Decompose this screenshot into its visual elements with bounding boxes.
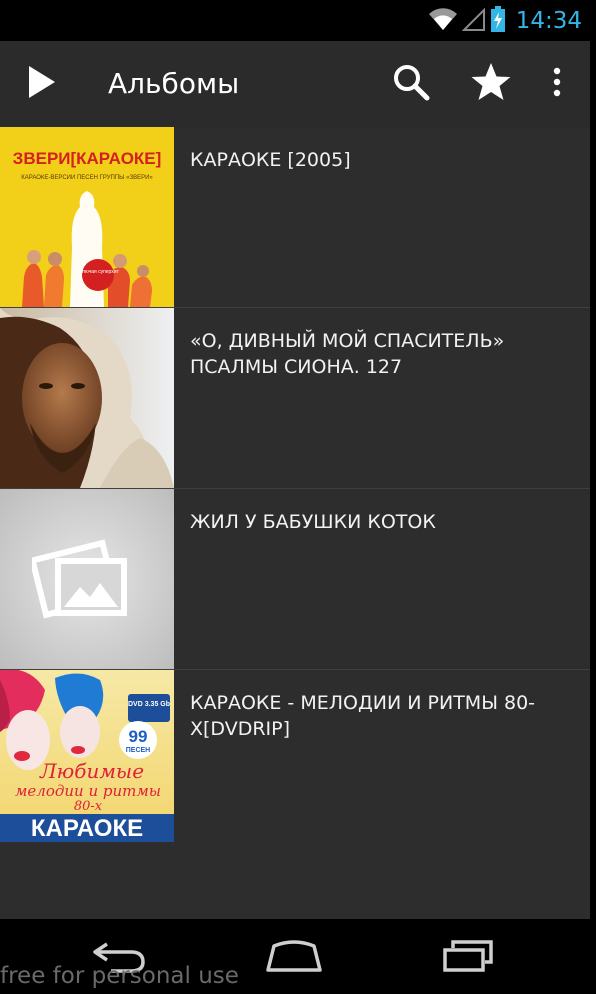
album-list[interactable]: ЗВЕРИ[КАРАОКЕ] КАРАОКЕ-ВЕРСИИ ПЕСЕН ГРУП…	[0, 127, 590, 919]
album-title: КАРАОКЕ - МЕЛОДИИ И РИТМЫ 80-Х[DVDRIP]	[190, 692, 536, 740]
play-button[interactable]	[26, 63, 58, 105]
cover-line1: Любимые	[39, 759, 144, 783]
album-cover	[0, 489, 174, 669]
home-icon	[264, 938, 324, 978]
cover-heading: ЗВЕРИ[КАРАОКЕ]	[13, 149, 162, 168]
album-title: ЖИЛ У БАБУШКИ КОТОК	[190, 511, 436, 533]
battery-charging-icon	[490, 6, 506, 36]
overflow-menu-icon	[552, 66, 562, 102]
star-icon	[470, 61, 512, 107]
cover-sticker: включая суперхит	[77, 269, 119, 275]
search-icon	[391, 62, 431, 106]
status-time: 14:34	[515, 8, 582, 34]
home-button[interactable]	[254, 933, 334, 983]
cover-line2: мелодии и ритмы	[15, 782, 161, 800]
recent-apps-button[interactable]	[428, 933, 508, 983]
cover-songs-word: ПЕСЕН	[126, 747, 150, 754]
album-item[interactable]: DVD 3.35 Gb 99 ПЕСЕН Любимые мелодии и р…	[0, 670, 590, 850]
overflow-menu-button[interactable]	[534, 61, 580, 107]
wifi-icon	[428, 7, 458, 35]
play-icon	[27, 64, 57, 104]
status-icons: 14:34	[428, 6, 582, 36]
album-item[interactable]: «О, ДИВНЫЙ МОЙ СПАСИТЕЛЬ» ПСАЛМЫ СИОНА. …	[0, 308, 590, 489]
search-button[interactable]	[388, 61, 434, 107]
album-item[interactable]: ЖИЛ У БАБУШКИ КОТОК	[0, 489, 590, 670]
signal-icon	[461, 7, 486, 35]
cover-subheading: КАРАОКЕ-ВЕРСИИ ПЕСЕН ГРУППЫ «ЗВЕРИ»	[21, 175, 153, 181]
action-bar: Альбомы	[0, 41, 596, 127]
cover-badge: DVD 3.35 Gb	[128, 701, 170, 708]
cover-line3: 80-х	[74, 799, 103, 814]
album-title: «О, ДИВНЫЙ МОЙ СПАСИТЕЛЬ» ПСАЛМЫ СИОНА. …	[190, 330, 505, 378]
album-cover: ЗВЕРИ[КАРАОКЕ] КАРАОКЕ-ВЕРСИИ ПЕСЕН ГРУП…	[0, 127, 174, 307]
album-cover	[0, 308, 174, 488]
watermark-text: free for personal use	[0, 963, 239, 989]
screen-edge	[590, 41, 596, 919]
cover-songs-number: 99	[129, 727, 148, 746]
cover-footer: КАРАОКЕ	[31, 815, 143, 842]
page-title: Альбомы	[108, 67, 240, 100]
album-title: КАРАОКЕ [2005]	[190, 149, 351, 171]
album-cover: DVD 3.35 Gb 99 ПЕСЕН Любимые мелодии и р…	[0, 670, 174, 842]
image-placeholder-icon	[28, 535, 132, 623]
recent-apps-icon	[439, 938, 497, 978]
favorites-button[interactable]	[468, 61, 514, 107]
status-bar: 14:34	[0, 0, 596, 41]
album-item[interactable]: ЗВЕРИ[КАРАОКЕ] КАРАОКЕ-ВЕРСИИ ПЕСЕН ГРУП…	[0, 127, 590, 308]
